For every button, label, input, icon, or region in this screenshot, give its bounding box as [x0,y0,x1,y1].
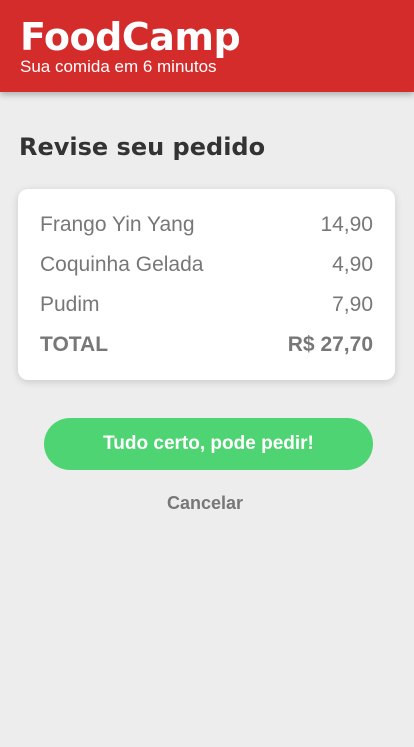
order-summary-card: Frango Yin Yang 14,90 Coquinha Gelada 4,… [18,189,395,380]
order-total-label: TOTAL [40,333,109,356]
order-item-row: Coquinha Gelada 4,90 [40,250,373,280]
cancel-button[interactable]: Cancelar [0,491,410,515]
order-item-name: Frango Yin Yang [40,213,195,236]
order-item-name: Coquinha Gelada [40,253,204,276]
order-item-row: Pudim 7,90 [40,290,373,320]
order-item-price: 7,90 [332,293,373,316]
page-title: Revise seu pedido [19,133,266,161]
brand-tagline: Sua comida em 6 minutos [20,57,217,76]
confirm-order-button[interactable]: Tudo certo, pode pedir! [44,418,373,470]
app-header: FoodCamp Sua comida em 6 minutos [0,0,414,92]
order-item-price: 4,90 [332,253,373,276]
order-item-name: Pudim [40,293,100,316]
order-total-value: R$ 27,70 [287,333,373,356]
order-item-row: Frango Yin Yang 14,90 [40,210,373,240]
order-total-row: TOTAL R$ 27,70 [40,330,373,360]
order-item-price: 14,90 [320,213,373,236]
brand-logo-text: FoodCamp [20,15,241,59]
